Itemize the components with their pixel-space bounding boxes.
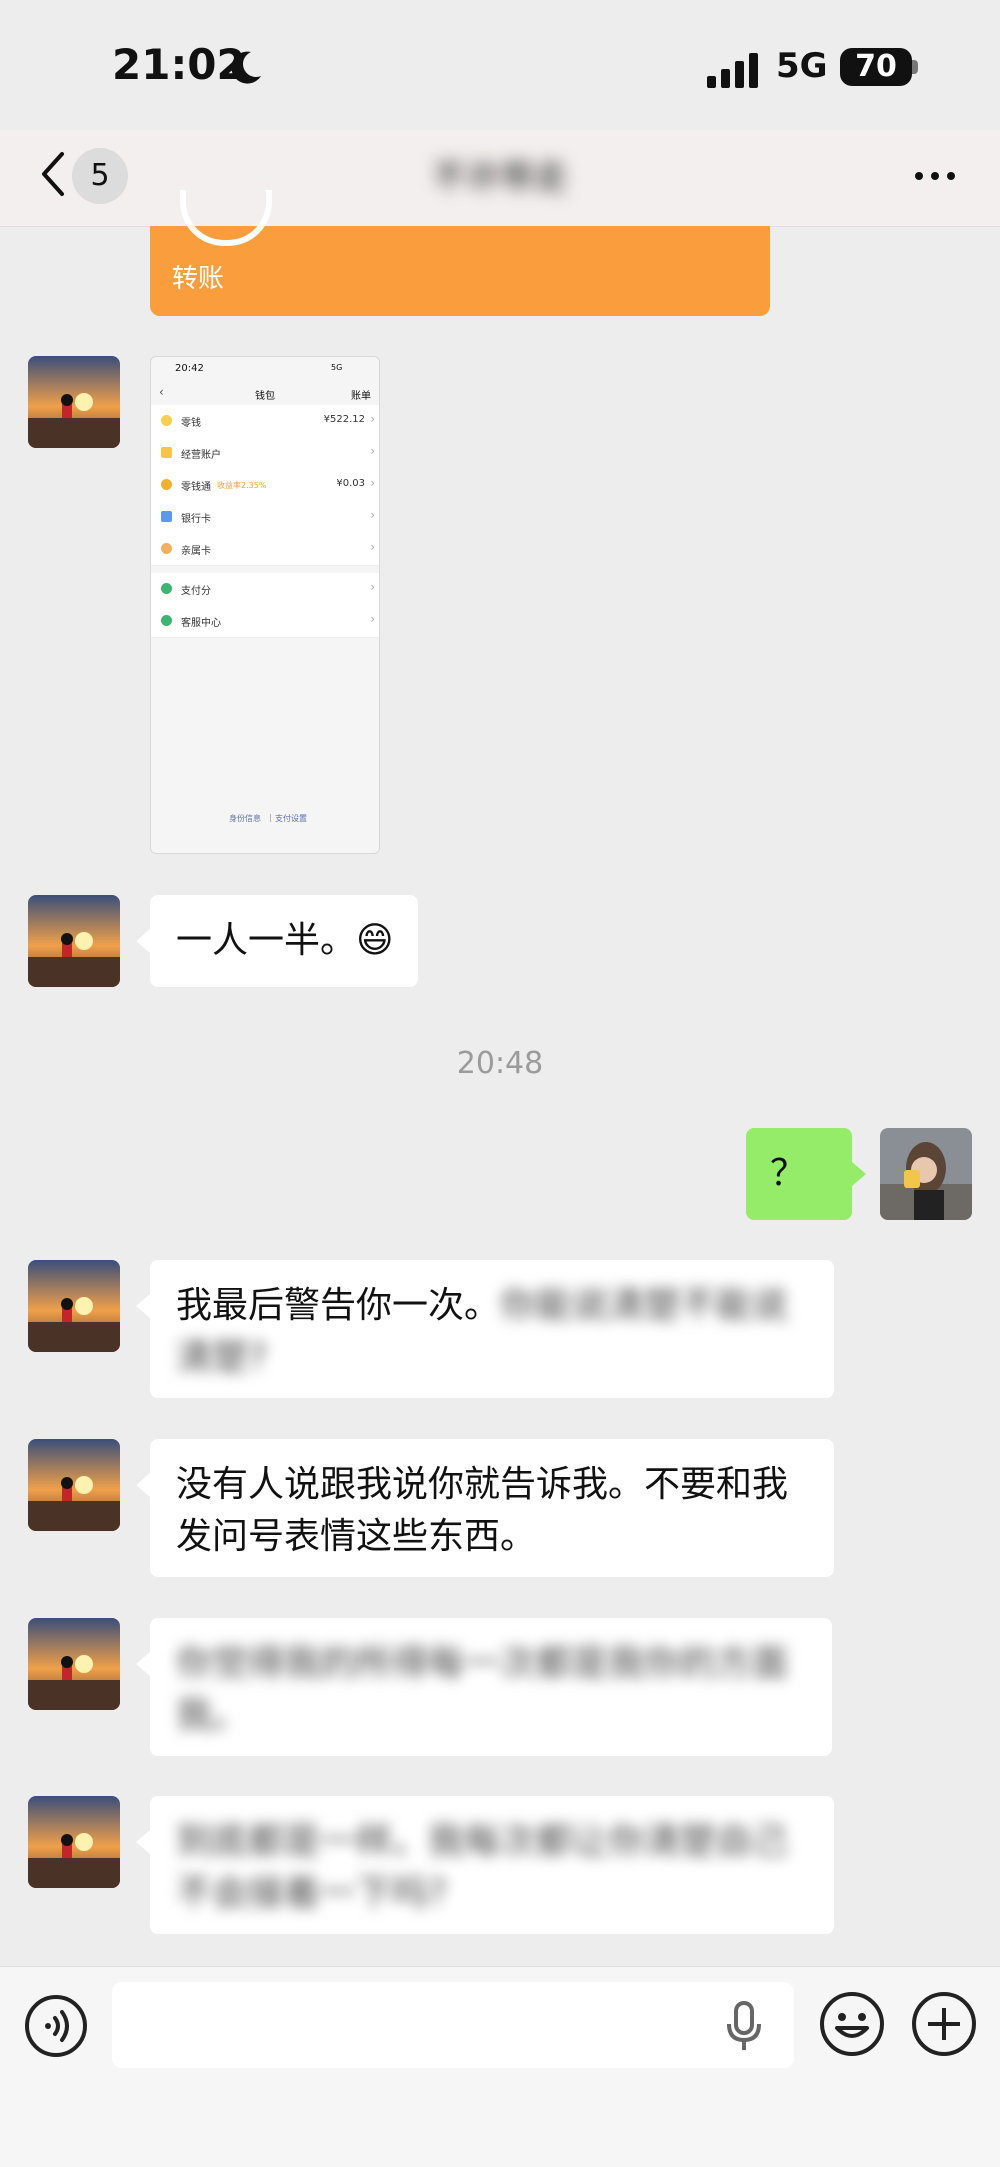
plus-icon[interactable]	[910, 1990, 978, 2058]
message-text: 一人一半。😄	[176, 920, 394, 961]
emoji-icon[interactable]	[818, 1990, 886, 2058]
avatar[interactable]	[28, 356, 120, 448]
unread-count-badge[interactable]: 5	[72, 148, 128, 204]
my-message-bubble[interactable]: ？	[746, 1128, 852, 1220]
network-type: 5G	[776, 46, 828, 86]
voice-toggle-icon[interactable]	[24, 1994, 88, 2058]
diamond-icon	[161, 479, 172, 490]
service-icon	[161, 615, 172, 626]
screenshot-back-icon: ‹	[159, 385, 164, 399]
back-chevron-icon[interactable]	[38, 148, 68, 200]
screenshot-bill: 账单	[351, 391, 371, 402]
family-card-icon	[161, 543, 172, 554]
coin-icon	[161, 415, 172, 426]
avatar[interactable]	[28, 1618, 120, 1710]
avatar[interactable]	[28, 1439, 120, 1531]
battery-level: 70	[840, 48, 912, 86]
screenshot-status-bar: 20:42 5G	[151, 357, 379, 385]
pay-score-icon	[161, 583, 172, 594]
message-text: 我最后警告你一次。你能说清楚不能说清楚?	[176, 1285, 789, 1378]
screenshot-time: 20:42	[175, 363, 204, 374]
blurred-text: 你觉得我的所得每一次都是我你的方面我。	[176, 1643, 789, 1736]
microphone-icon[interactable]	[724, 2000, 764, 2052]
screenshot-footer-link: 支付设置	[275, 814, 307, 823]
message-bubble[interactable]: 没有人说跟我说你就告诉我。不要和我发问号表情这些东西。	[150, 1439, 834, 1577]
screenshot-row: 银行卡 ›	[151, 501, 379, 534]
wallet-screenshot-image[interactable]: 20:42 5G ‹ 钱包 账单 零钱 ¥522.12 › 经营账户 › 零钱通…	[150, 356, 380, 854]
screenshot-row: 支付分 ›	[151, 573, 379, 606]
transfer-label: 转账	[172, 264, 225, 294]
signal-icon	[707, 53, 758, 88]
avatar[interactable]	[28, 1260, 120, 1352]
more-dots-icon[interactable]	[912, 156, 958, 196]
message-bubble[interactable]: 我最后警告你一次。你能说清楚不能说清楚?	[150, 1260, 834, 1398]
business-icon	[161, 447, 172, 458]
moon-icon	[231, 51, 261, 84]
screenshot-row: 经营账户 ›	[151, 437, 379, 470]
blurred-text: 到底都是一样。我每次都让你清楚自己不会接着一下吗?	[176, 1821, 789, 1914]
avatar[interactable]	[28, 895, 120, 987]
screenshot-network: 5G	[331, 363, 343, 372]
battery-cap	[912, 60, 918, 74]
chat-title: 不许带走	[432, 158, 568, 198]
screenshot-title: 钱包	[255, 391, 275, 402]
screenshot-footer-link: 身份信息	[229, 814, 261, 823]
message-bubble[interactable]: 你觉得我的所得每一次都是我你的方面我。	[150, 1618, 832, 1756]
screenshot-row: 零钱 ¥522.12 ›	[151, 405, 379, 438]
message-bubble[interactable]: 一人一半。😄	[150, 895, 418, 987]
timestamp: 20:48	[456, 1046, 544, 1081]
my-avatar[interactable]	[880, 1128, 972, 1220]
message-input[interactable]	[112, 1982, 794, 2068]
message-text: 没有人说跟我说你就告诉我。不要和我发问号表情这些东西。	[176, 1464, 789, 1557]
screenshot-row: 客服中心 ›	[151, 605, 379, 638]
screenshot-row: 亲属卡 ›	[151, 533, 379, 566]
message-bubble[interactable]: 到底都是一样。我每次都让你清楚自己不会接着一下吗?	[150, 1796, 834, 1934]
avatar[interactable]	[28, 1796, 120, 1888]
bank-card-icon	[161, 511, 172, 522]
screenshot-row: 零钱通 收益率2.35% ¥0.03 ›	[151, 469, 379, 502]
message-text: ？	[770, 1153, 807, 1194]
